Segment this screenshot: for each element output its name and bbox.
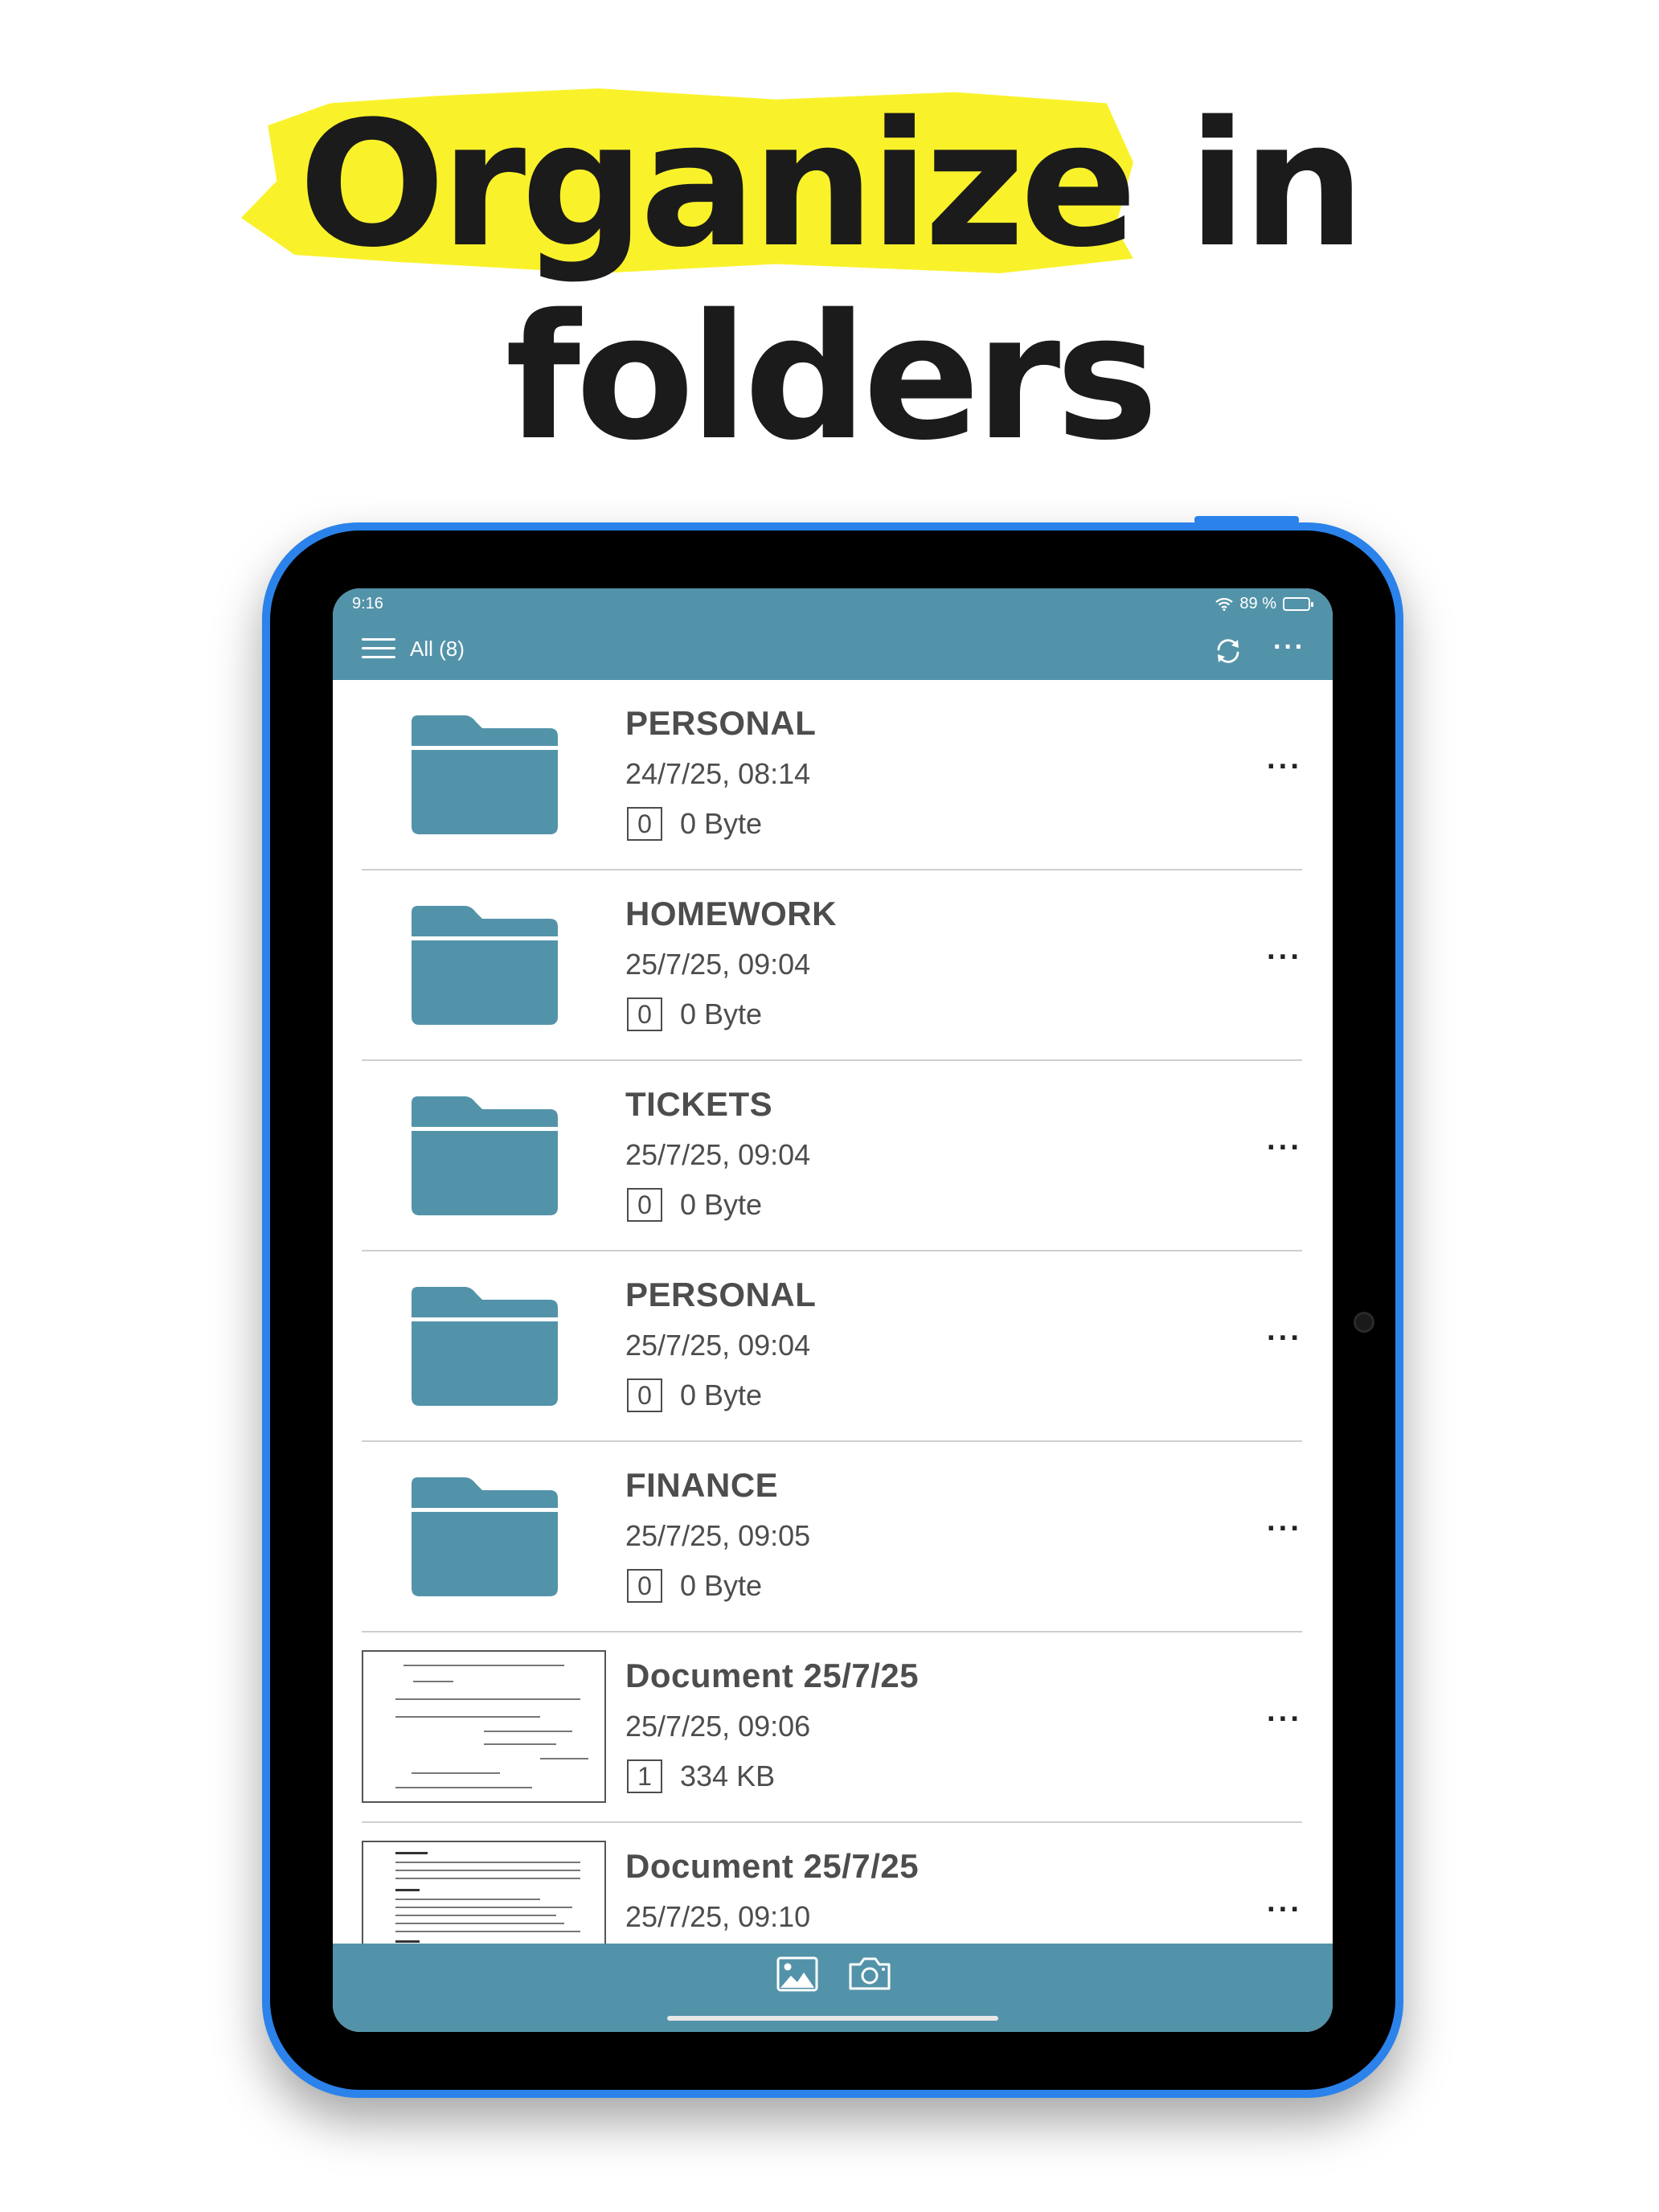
folder-icon — [412, 715, 558, 834]
item-name: HOMEWORK — [625, 895, 837, 932]
item-size: 0 Byte — [680, 997, 763, 1030]
sync-icon[interactable] — [1212, 635, 1244, 667]
item-date: 25/7/25, 09:04 — [625, 1138, 811, 1171]
wifi-icon — [1215, 597, 1234, 611]
camera-lens — [1354, 1312, 1374, 1333]
item-name: PERSONAL — [625, 1276, 817, 1313]
row-more-icon[interactable]: ··· — [1267, 1514, 1302, 1544]
item-name: TICKETS — [625, 1085, 773, 1123]
item-name: Document 25/7/25 — [625, 1847, 920, 1885]
row-more-icon[interactable]: ··· — [1267, 1323, 1302, 1354]
item-name: FINANCE — [625, 1466, 779, 1504]
list-item[interactable]: PERSONAL 24/7/25, 08:14 0 0 Byte ··· — [333, 680, 1333, 870]
hamburger-icon[interactable] — [362, 638, 395, 662]
headline-line-1: Organize in — [298, 84, 1365, 285]
item-date: 25/7/25, 09:05 — [625, 1519, 811, 1552]
item-count: 0 — [627, 1188, 662, 1222]
file-list: PERSONAL 24/7/25, 08:14 0 0 Byte ··· HOM… — [333, 680, 1333, 1944]
item-name: Document 25/7/25 — [625, 1657, 920, 1694]
folder-title: All (8) — [410, 637, 465, 661]
item-date: 25/7/25, 09:04 — [625, 948, 811, 981]
list-item[interactable]: Document 25/7/25 25/7/25, 09:10 ··· — [333, 1823, 1333, 1944]
bottom-bar — [333, 1944, 1333, 2032]
status-time: 9:16 — [352, 595, 383, 612]
row-more-icon[interactable]: ··· — [1267, 1895, 1302, 1925]
item-date: 25/7/25, 09:06 — [625, 1710, 811, 1743]
document-thumbnail — [362, 1841, 606, 1944]
folder-icon — [412, 1096, 558, 1215]
battery-icon — [1283, 597, 1313, 611]
item-size: 0 Byte — [680, 1378, 763, 1411]
headline: Organize in folders — [0, 88, 1659, 474]
list-item[interactable]: PERSONAL 25/7/25, 09:04 0 0 Byte ··· — [333, 1251, 1333, 1442]
row-more-icon[interactable]: ··· — [1267, 752, 1302, 782]
list-item[interactable]: Document 25/7/25 25/7/25, 09:06 1 334 KB… — [333, 1632, 1333, 1823]
item-date: 25/7/25, 09:04 — [625, 1329, 811, 1362]
folder-icon — [412, 906, 558, 1025]
item-size: 334 KB — [680, 1759, 776, 1792]
tablet-device: 9:16 89 % All (8) ··· PERSONAL 24/7/25, … — [262, 516, 1403, 2098]
item-size: 0 Byte — [680, 1188, 763, 1221]
headline-line-2: folders — [505, 276, 1159, 478]
status-bar: 9:16 89 % — [333, 588, 1333, 621]
item-date: 25/7/25, 09:10 — [625, 1900, 811, 1933]
item-name: PERSONAL — [625, 704, 817, 742]
app-bar: All (8) ··· — [333, 621, 1333, 680]
home-indicator — [667, 2016, 998, 2021]
camera-icon[interactable] — [847, 1955, 892, 1992]
battery-percent: 89 % — [1239, 595, 1276, 612]
row-more-icon[interactable]: ··· — [1267, 942, 1302, 973]
item-size: 0 Byte — [680, 807, 763, 840]
document-thumbnail — [362, 1650, 606, 1803]
list-item[interactable]: TICKETS 25/7/25, 09:04 0 0 Byte ··· — [333, 1061, 1333, 1251]
list-item[interactable]: FINANCE 25/7/25, 09:05 0 0 Byte ··· — [333, 1442, 1333, 1632]
item-count: 0 — [627, 1569, 662, 1603]
row-more-icon[interactable]: ··· — [1267, 1704, 1302, 1735]
folder-icon — [412, 1287, 558, 1406]
gallery-icon[interactable] — [776, 1956, 818, 1992]
row-more-icon[interactable]: ··· — [1267, 1133, 1302, 1163]
app-screen: 9:16 89 % All (8) ··· PERSONAL 24/7/25, … — [333, 588, 1333, 2032]
tablet-top-button — [1194, 516, 1299, 524]
item-count: 0 — [627, 807, 662, 841]
more-icon[interactable]: ··· — [1273, 633, 1305, 661]
item-count: 0 — [627, 1378, 662, 1412]
item-size: 0 Byte — [680, 1569, 763, 1602]
list-item[interactable]: HOMEWORK 25/7/25, 09:04 0 0 Byte ··· — [333, 870, 1333, 1061]
status-right: 89 % — [1215, 595, 1313, 613]
item-count: 0 — [627, 997, 662, 1031]
item-date: 24/7/25, 08:14 — [625, 757, 811, 790]
item-count: 1 — [627, 1759, 662, 1793]
folder-icon — [412, 1477, 558, 1596]
